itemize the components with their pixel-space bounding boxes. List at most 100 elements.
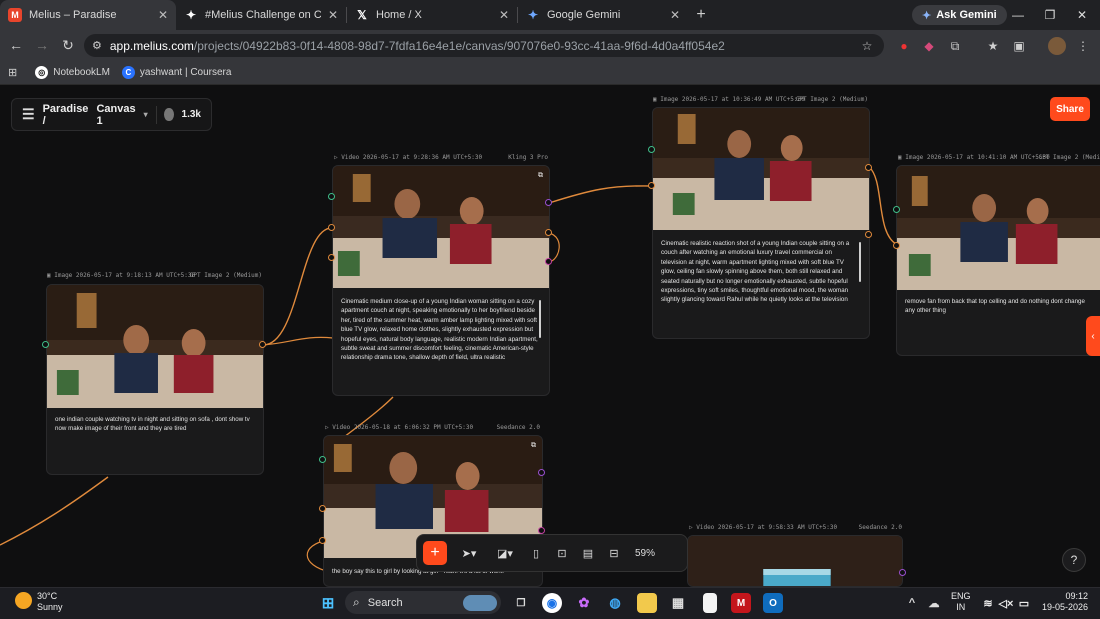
image-gen-icon[interactable]: ⊡ bbox=[553, 544, 571, 562]
generated-image-thumbnail[interactable] bbox=[653, 108, 869, 230]
close-icon[interactable]: ✕ bbox=[499, 8, 509, 22]
layout-icon[interactable]: ▤ bbox=[579, 544, 597, 562]
image-node-3[interactable]: Cinematic realistic reaction shot of a y… bbox=[652, 107, 870, 339]
tab-google-gemini[interactable]: ✦ Google Gemini ✕ bbox=[518, 0, 688, 30]
file-explorer-icon[interactable] bbox=[637, 593, 657, 613]
mcafee-icon[interactable]: M bbox=[731, 593, 751, 613]
output-port[interactable] bbox=[538, 469, 545, 476]
image-node-1[interactable]: one indian couple watching tv in night a… bbox=[46, 284, 264, 475]
notepad-icon[interactable] bbox=[703, 593, 717, 613]
forward-button[interactable]: → bbox=[29, 32, 55, 58]
address-bar[interactable]: ⚙ app.melius.com/projects/04922b83-0f14-… bbox=[84, 34, 884, 57]
tab-title: Google Gemini bbox=[547, 9, 621, 21]
input-port[interactable] bbox=[328, 193, 335, 200]
input-port[interactable] bbox=[319, 537, 326, 544]
tab-melius-paradise[interactable]: M Melius – Paradise ✕ bbox=[0, 0, 176, 30]
expand-panel-tab[interactable]: ‹ bbox=[1086, 316, 1100, 356]
node-timestamp: Image 2026-05-17 at 9:18:13 AM UTC+5:30 bbox=[54, 272, 196, 279]
extension-pink-icon[interactable]: ◆ bbox=[920, 37, 938, 55]
help-button[interactable]: ? bbox=[1062, 548, 1086, 572]
wifi-icon[interactable]: ≋ bbox=[978, 593, 998, 613]
generated-image-thumbnail[interactable] bbox=[47, 285, 263, 408]
document-icon[interactable]: ▯ bbox=[527, 544, 545, 562]
input-port[interactable] bbox=[319, 505, 326, 512]
close-icon[interactable]: ✕ bbox=[158, 8, 168, 22]
bookmark-coursera[interactable]: C yashwant | Coursera bbox=[121, 65, 231, 79]
weather-temp: 30°C bbox=[37, 591, 58, 601]
volume-muted-icon[interactable]: ◁× bbox=[996, 593, 1016, 613]
output-port[interactable] bbox=[545, 258, 552, 265]
map-icon[interactable]: ⊟ bbox=[605, 544, 623, 562]
input-port[interactable] bbox=[319, 456, 326, 463]
chevron-down-icon[interactable]: ▾ bbox=[144, 110, 148, 119]
pointer-tool-icon[interactable]: ➤▾ bbox=[455, 544, 483, 562]
output-port[interactable] bbox=[545, 199, 552, 206]
output-port[interactable] bbox=[545, 229, 552, 236]
extension-red-icon[interactable]: ● bbox=[895, 37, 913, 55]
menu-kebab-icon[interactable]: ⋮ bbox=[1074, 37, 1092, 55]
back-button[interactable]: ← bbox=[3, 32, 29, 58]
bookmark-star-icon[interactable]: ☆ bbox=[858, 37, 876, 55]
site-info-icon[interactable]: ⚙ bbox=[92, 39, 102, 52]
minimize-button[interactable]: — bbox=[1002, 0, 1034, 30]
generated-video-thumbnail[interactable] bbox=[333, 166, 549, 288]
input-port[interactable] bbox=[42, 341, 49, 348]
generated-video-thumbnail[interactable] bbox=[688, 536, 902, 587]
battery-icon[interactable]: ▭ bbox=[1014, 593, 1034, 613]
canvas-workspace[interactable]: ☰ Paradise / Canvas 1 ▾ 1.3k Share ▣ Ima… bbox=[0, 85, 1100, 587]
scrollbar[interactable] bbox=[859, 242, 861, 282]
input-port[interactable] bbox=[328, 224, 335, 231]
task-view-icon[interactable]: ❐ bbox=[511, 593, 531, 613]
input-port[interactable] bbox=[648, 182, 655, 189]
microsoft-store-icon[interactable]: ▦ bbox=[668, 593, 688, 613]
reload-button[interactable]: ↻ bbox=[55, 32, 81, 58]
input-port[interactable] bbox=[648, 146, 655, 153]
close-window-button[interactable]: ✕ bbox=[1066, 0, 1098, 30]
edge-icon[interactable]: ◍ bbox=[605, 593, 625, 613]
canvas-name[interactable]: Canvas 1 bbox=[96, 103, 135, 127]
apps-grid-icon[interactable]: ⊞ bbox=[8, 66, 17, 79]
bookmarks-star-icon[interactable]: ★ bbox=[984, 37, 1002, 55]
scrollbar[interactable] bbox=[539, 300, 541, 338]
output-port[interactable] bbox=[538, 527, 545, 534]
weather-widget[interactable]: 30°C Sunny bbox=[37, 591, 63, 613]
output-port[interactable] bbox=[865, 231, 872, 238]
tray-chevron-up-icon[interactable]: ^ bbox=[902, 593, 922, 613]
outlook-icon[interactable]: O bbox=[763, 593, 783, 613]
sticky-note-tool-icon[interactable]: ◪▾ bbox=[491, 544, 519, 562]
onedrive-cloud-icon[interactable]: ☁ bbox=[924, 593, 944, 613]
canvas-toolbar: + ➤▾ ◪▾ ▯ ⊡ ▤ ⊟ 59% bbox=[416, 534, 688, 572]
add-node-button[interactable]: + bbox=[423, 541, 447, 565]
chrome-icon[interactable]: ◉ bbox=[542, 593, 562, 613]
image-node-4[interactable]: remove fan from back that top celling an… bbox=[896, 165, 1100, 356]
input-port[interactable] bbox=[893, 242, 900, 249]
generated-image-thumbnail[interactable] bbox=[897, 166, 1100, 290]
bookmark-notebooklm[interactable]: ◎ NotebookLM bbox=[35, 65, 110, 79]
share-button[interactable]: Share bbox=[1050, 97, 1090, 121]
profile-avatar[interactable] bbox=[1048, 37, 1066, 55]
input-port[interactable] bbox=[328, 254, 335, 261]
restore-button[interactable]: ❐ bbox=[1034, 0, 1066, 30]
video-node-2[interactable]: ⧉ Cinematic medium close-up of a young I… bbox=[332, 165, 550, 396]
language-indicator[interactable]: ENG IN bbox=[951, 591, 971, 613]
copilot-icon[interactable]: ✿ bbox=[574, 593, 594, 613]
close-icon[interactable]: ✕ bbox=[670, 8, 680, 22]
input-port[interactable] bbox=[893, 206, 900, 213]
zoom-level[interactable]: 59% bbox=[635, 548, 655, 559]
video-node-6[interactable] bbox=[687, 535, 903, 587]
clock[interactable]: 09:12 19-05-2026 bbox=[1040, 591, 1088, 613]
output-port[interactable] bbox=[899, 569, 906, 576]
side-panel-icon[interactable]: ▣ bbox=[1010, 37, 1028, 55]
new-tab-button[interactable]: + bbox=[688, 6, 714, 24]
taskbar-search[interactable]: ⌕ Search bbox=[345, 591, 501, 614]
tab-x-home[interactable]: 𝕏 Home / X ✕ bbox=[347, 0, 517, 30]
windows-start-icon[interactable]: ⊞ bbox=[318, 593, 338, 613]
close-icon[interactable]: ✕ bbox=[328, 8, 338, 22]
extensions-puzzle-icon[interactable]: ⧉ bbox=[946, 37, 964, 55]
output-port[interactable] bbox=[865, 164, 872, 171]
output-port[interactable] bbox=[259, 341, 266, 348]
ask-gemini-button[interactable]: ✦ Ask Gemini bbox=[912, 5, 1007, 25]
tab-contra[interactable]: ✦ #Melius Challenge on Contra ✕ bbox=[176, 0, 346, 30]
hamburger-menu-icon[interactable]: ☰ bbox=[22, 106, 35, 123]
project-name[interactable]: Paradise / bbox=[43, 103, 89, 127]
